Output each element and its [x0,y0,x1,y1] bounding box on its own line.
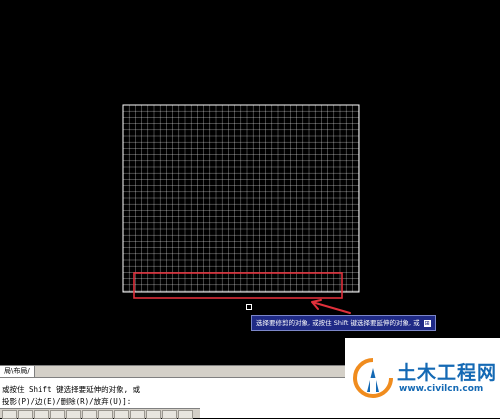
status-toggle-button[interactable] [50,410,65,419]
status-toggle-button[interactable] [114,410,129,419]
command-prompt-line[interactable]: 投影(P)/边(E)/删除(R)/放弃(U)]: [2,396,131,407]
pickbox-cursor [246,304,252,310]
civilcn-logo-icon [353,358,393,398]
grid-drawing[interactable] [0,0,500,365]
annotation-arrow [311,299,351,314]
command-history-line: 或按住 Shift 键选择要延伸的对象, 或 [2,385,141,394]
expand-icon[interactable]: ⊞ [423,319,431,327]
status-toggle-button[interactable] [2,410,17,419]
selection-highlight-box [133,272,343,299]
tab-layout[interactable]: 局\布局/ [0,366,35,377]
status-toggle-button[interactable] [130,410,145,419]
watermark-url: www.civilcn.com [399,384,484,394]
drawing-canvas[interactable]: 选择要修剪的对象, 或按住 Shift 键选择要延伸的对象, 或 ⊞ [0,0,500,365]
dynamic-input-tooltip: 选择要修剪的对象, 或按住 Shift 键选择要延伸的对象, 或 ⊞ [251,315,436,331]
status-toggle-button[interactable] [146,410,161,419]
tooltip-text: 选择要修剪的对象, 或按住 Shift 键选择要延伸的对象, 或 [256,319,420,327]
status-toggle-button[interactable] [98,410,113,419]
status-toggle-button[interactable] [66,410,81,419]
status-toggle-button[interactable] [34,410,49,419]
status-toggle-button[interactable] [178,410,193,419]
status-toggle-button[interactable] [82,410,97,419]
status-toggle-button[interactable] [18,410,33,419]
status-toggle-button[interactable] [162,410,177,419]
site-watermark: 土木工程网 www.civilcn.com [345,338,500,417]
watermark-title: 土木工程网 [397,362,498,384]
